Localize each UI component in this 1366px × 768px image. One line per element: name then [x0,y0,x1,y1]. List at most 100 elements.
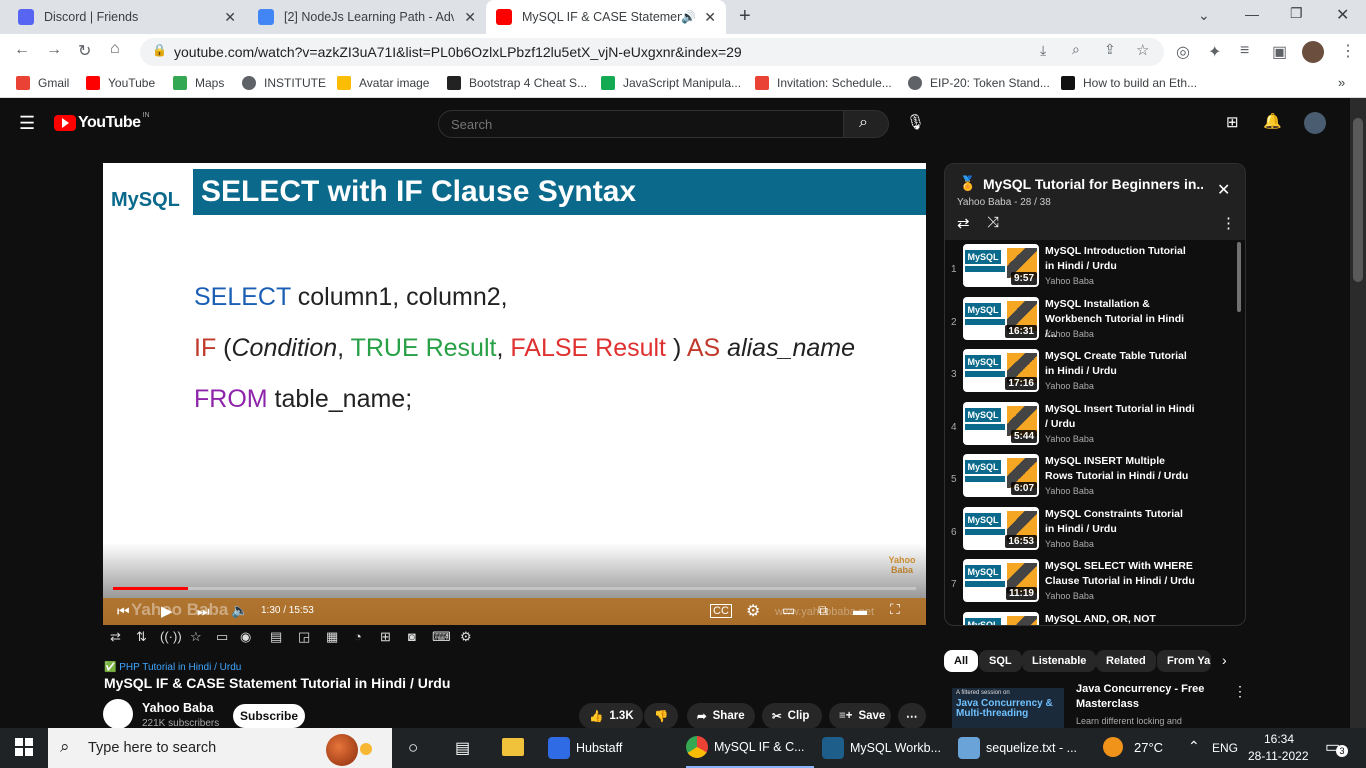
star-icon[interactable]: ☆ [190,629,202,645]
tab-nodejs[interactable]: [2] NodeJs Learning Path - Advan ✕ [248,0,486,34]
puzzle-icon[interactable]: ✦ [1208,42,1221,62]
url-text[interactable]: youtube.com/watch?v=azkZI3uA71I&list=PL0… [174,44,742,60]
bookmark-maps[interactable]: Maps [173,76,224,90]
clock-time[interactable]: 16:34 [1264,732,1294,746]
address-bar[interactable]: 🔒 youtube.com/watch?v=azkZI3uA71I&list=P… [140,38,1164,66]
speaker-icon[interactable]: 🔊 [681,10,696,24]
keyboard-icon[interactable]: ⌨ [432,629,451,645]
maximize-icon[interactable]: ❐ [1290,5,1303,22]
fullscreen-icon[interactable]: ⛶ [890,601,900,618]
playlist-item[interactable]: 7 MySQL 11:19 MySQL SELECT With WHERE Claus… [945,557,1235,609]
taskbar-app-hubstaff[interactable]: Hubstaff [548,728,622,768]
hamburger-menu-icon[interactable]: ☰ [19,113,35,134]
chip-from-ya[interactable]: From Ya [1157,650,1211,672]
bookmark-eth[interactable]: How to build an Eth... [1061,76,1197,90]
back-icon[interactable]: ← [14,41,30,59]
sort-icon[interactable]: ⇅ [136,629,147,645]
playlist-item-thumbnail[interactable]: MySQL 6:07 [963,454,1039,497]
more-bookmarks-icon[interactable]: » [1338,75,1345,90]
microphone-icon[interactable]: 🎙 [906,113,925,131]
channel-name[interactable]: Yahoo Baba [142,701,214,715]
close-icon[interactable]: ✕ [224,9,236,26]
playlist-item[interactable]: MySQL MySQL AND, OR, NOT [945,610,1235,625]
home-icon[interactable]: ⌂ [110,40,120,58]
playlist-item-title[interactable]: MySQL INSERT Multiple Rows Tutorial in H… [1045,454,1195,484]
film-icon[interactable]: ▤ [270,629,282,645]
audio-icon[interactable]: ((·)) [160,629,182,644]
share-icon[interactable]: ⇪ [1104,41,1116,58]
playlist-tag[interactable]: ✅ PHP Tutorial in Hindi / Urdu [104,662,241,673]
gear-icon[interactable]: ⚙ [460,629,472,645]
bookmark-bootstrap[interactable]: Bootstrap 4 Cheat S... [447,76,587,90]
aspect-icon[interactable]: ◲ [298,629,310,645]
youtube-logo[interactable]: YouTube IN [54,112,150,132]
volume-icon[interactable]: 🔈 [231,602,248,619]
share-button[interactable]: ➦ Share [687,703,755,728]
bookmark-eip20[interactable]: EIP-20: Token Stand... [908,76,1050,90]
subscribe-button[interactable]: Subscribe [233,704,305,728]
theater-icon[interactable]: ▬ [853,602,867,618]
tray-chevron-icon[interactable]: ⌃ [1188,738,1200,755]
playlist-menu-icon[interactable]: ⋮ [1221,214,1236,232]
bookmark-gmail[interactable]: Gmail [16,76,69,90]
playlist-item[interactable]: 4 MySQL 5:44 MySQL Insert Tutorial in Hindi… [945,400,1235,452]
loop-icon[interactable]: ⇄ [957,214,970,232]
playlist-item-title[interactable]: MySQL Constraints Tutorial in Hindi / Ur… [1045,507,1195,537]
playlist-item[interactable]: 3 MySQL 17:16 MySQL Create Table Tutorial i… [945,347,1235,399]
windows-start-icon[interactable] [15,738,33,756]
playlist-item-thumbnail[interactable]: MySQL [963,611,1039,625]
media-icon[interactable]: ≡ [1240,42,1249,60]
clip-button[interactable]: ✂ Clip [762,703,822,728]
speed-icon[interactable]: ◔ [354,629,362,644]
pip-icon[interactable]: ⧉ [818,602,828,619]
loop-icon[interactable]: ⇄ [110,629,121,645]
eye-icon[interactable]: ◉ [240,629,251,645]
like-button[interactable]: 👍 1.3K [579,703,643,728]
account-avatar[interactable] [1304,112,1326,134]
playlist-scrollbar[interactable] [1237,242,1241,312]
playlist-item[interactable]: 6 MySQL 16:53 MySQL Constraints Tutorial in… [945,505,1235,557]
close-icon[interactable]: ✕ [464,9,476,26]
playlist-item-title[interactable]: MySQL SELECT With WHERE Clause Tutorial … [1045,559,1195,589]
chip-listenable[interactable]: Listenable [1022,650,1097,672]
progress-bar[interactable] [113,587,916,590]
bookmark-star-icon[interactable]: ☆ [1136,41,1149,59]
shuffle-icon[interactable]: ⤨ [987,214,999,231]
page-scrollbar-thumb[interactable] [1353,118,1363,282]
close-icon[interactable]: ✕ [1217,180,1230,200]
playlist-item-thumbnail[interactable]: MySQL 16:53 [963,506,1039,550]
recommendation-menu-icon[interactable]: ⋮ [1233,683,1247,700]
playlist-item[interactable]: 1 MySQL 9:57 MySQL Introduction Tutorial in… [945,242,1235,294]
search-input[interactable] [438,110,844,138]
playlist-item-thumbnail[interactable]: MySQL 5:44 [963,401,1039,445]
chevron-right-icon[interactable]: › [1222,652,1227,668]
bookmark-institute[interactable]: INSTITUTE [242,76,326,90]
bookmark-avatar[interactable]: Avatar image [337,76,429,90]
download-icon[interactable]: ⤓ [1040,42,1046,59]
minimize-icon[interactable]: — [1245,6,1259,22]
recommendation-title[interactable]: Java Concurrency - Free Masterclass [1076,682,1216,712]
profile-avatar[interactable] [1302,41,1324,63]
more-actions-button[interactable]: ⋯ [898,703,926,728]
new-tab-icon[interactable]: + [739,5,751,28]
task-view-icon[interactable]: ○ [408,738,418,758]
camera-icon[interactable]: ◙ [408,629,416,644]
recommendation-thumbnail[interactable]: A filtered session on Java Concurrency &… [952,688,1064,728]
captions-icon[interactable]: CC [710,604,732,618]
frame-icon[interactable]: ▦ [326,629,338,645]
taskbar-app-chrome[interactable]: MySQL IF & C... [686,728,814,768]
playlist-item-title[interactable]: MySQL Introduction Tutorial in Hindi / U… [1045,244,1195,274]
bookmark-javascript[interactable]: JavaScript Manipula... [601,76,741,90]
menu-icon[interactable]: ⋮ [1340,41,1356,61]
widgets-icon[interactable]: ▤ [455,738,470,758]
reload-icon[interactable]: ↻ [78,41,91,61]
search-button[interactable]: ⌕ [843,110,889,138]
filter-icon[interactable]: ▭ [216,629,228,645]
forward-icon[interactable]: → [46,41,62,59]
playlist-item-title[interactable]: MySQL Insert Tutorial in Hindi / Urdu [1045,402,1195,432]
tab-youtube[interactable]: MySQL IF & CASE Statement 🔊 ✕ [486,0,726,34]
playlist-item[interactable]: 2 MySQL 16:31 MySQL Installation & Workbenc… [945,295,1235,347]
weather-temp[interactable]: 27°C [1134,740,1163,755]
extension-icon[interactable]: ◎ [1176,42,1190,62]
video-player[interactable]: MySQL SELECT with IF Clause Syntax SELEC… [103,163,926,625]
